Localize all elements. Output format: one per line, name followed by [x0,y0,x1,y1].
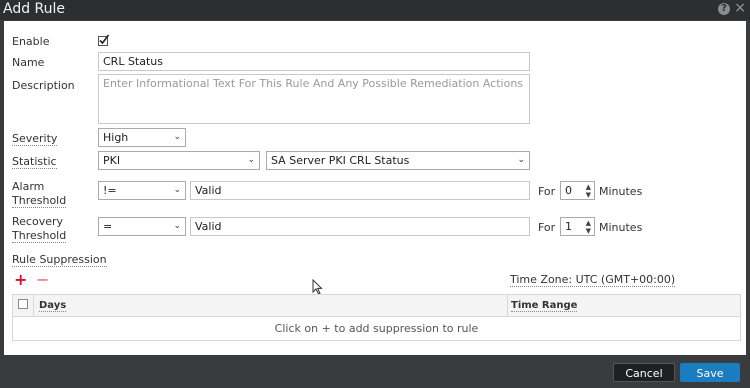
recovery-label-line2: Threshold [12,229,67,243]
severity-label: Severity [12,132,58,146]
recovery-for-value: 1 [565,220,572,233]
statistic-label: Statistic [12,155,57,169]
recovery-for-label: For [538,221,556,234]
empty-table-message: Click on + to add suppression to rule [274,322,479,335]
statistic-value: SA Server PKI CRL Status [271,154,410,167]
dialog-footer: Cancel Save [0,355,750,388]
statistic-select[interactable]: SA Server PKI CRL Status ⌄ [266,151,530,170]
enable-checkbox[interactable] [98,34,110,46]
alarm-for-value: 0 [565,184,572,197]
add-rule-form: Enable Name CRL Status Description Enter… [4,21,746,355]
recovery-label-line1: Recovery [12,215,64,228]
recovery-value-field[interactable]: Valid [190,217,530,236]
description-field[interactable]: Enter Informational Text For This Rule A… [98,74,530,124]
recovery-for-stepper[interactable]: 1 ▲ ▼ [560,217,595,236]
recovery-operator-value: = [103,220,113,233]
mouse-cursor-icon [312,279,323,295]
alarm-minutes-label: Minutes [599,185,643,198]
save-button[interactable]: Save [680,363,740,382]
rule-suppression-label: Rule Suppression [12,253,107,267]
recovery-operator-select[interactable]: = ⌄ [98,217,186,236]
remove-suppression-icon[interactable]: − [36,272,49,288]
alarm-operator-value: != [103,184,117,197]
dialog-titlebar: Add Rule ? × [0,0,750,20]
column-header-time-range[interactable]: Time Range [511,300,578,312]
alarm-for-stepper[interactable]: 0 ▲ ▼ [560,181,595,200]
stepper-arrows-icon[interactable]: ▲ ▼ [586,183,591,199]
timezone-label: Time Zone: UTC (GMT+00:00) [510,273,676,287]
name-field[interactable]: CRL Status [98,52,530,71]
chevron-down-icon: ⌄ [173,221,181,231]
alarm-for-label: For [538,185,556,198]
chevron-down-icon: ⌄ [247,155,255,165]
column-divider [33,295,34,317]
cancel-button[interactable]: Cancel [613,363,675,382]
close-icon[interactable]: × [734,0,746,17]
alarm-label-line1: Alarm [12,180,45,193]
suppression-table: Days Time Range Click on + to add suppre… [12,294,741,341]
chevron-down-icon: ⌄ [173,185,181,195]
column-divider [507,295,508,317]
alarm-value-field[interactable]: Valid [190,181,530,200]
stepper-arrows-icon[interactable]: ▲ ▼ [586,219,591,235]
statistic-category-value: PKI [103,154,121,167]
name-label: Name [12,56,45,69]
chevron-down-icon: ⌄ [517,155,525,165]
checkmark-icon [98,34,110,46]
select-all-checkbox[interactable] [18,299,28,309]
recovery-minutes-label: Minutes [599,221,643,234]
statistic-category-select[interactable]: PKI ⌄ [98,151,260,170]
alarm-operator-select[interactable]: != ⌄ [98,181,186,200]
severity-value: High [103,131,129,144]
severity-select[interactable]: High ⌄ [98,128,186,147]
chevron-down-icon: ⌄ [173,132,181,142]
column-header-days[interactable]: Days [39,300,67,312]
enable-label: Enable [12,35,50,48]
dialog-title: Add Rule [3,1,66,17]
table-header: Days Time Range [13,295,740,317]
description-label: Description [12,79,75,92]
add-suppression-icon[interactable]: + [14,272,27,288]
alarm-label-line2: Threshold [12,194,67,208]
help-icon[interactable]: ? [718,3,730,15]
